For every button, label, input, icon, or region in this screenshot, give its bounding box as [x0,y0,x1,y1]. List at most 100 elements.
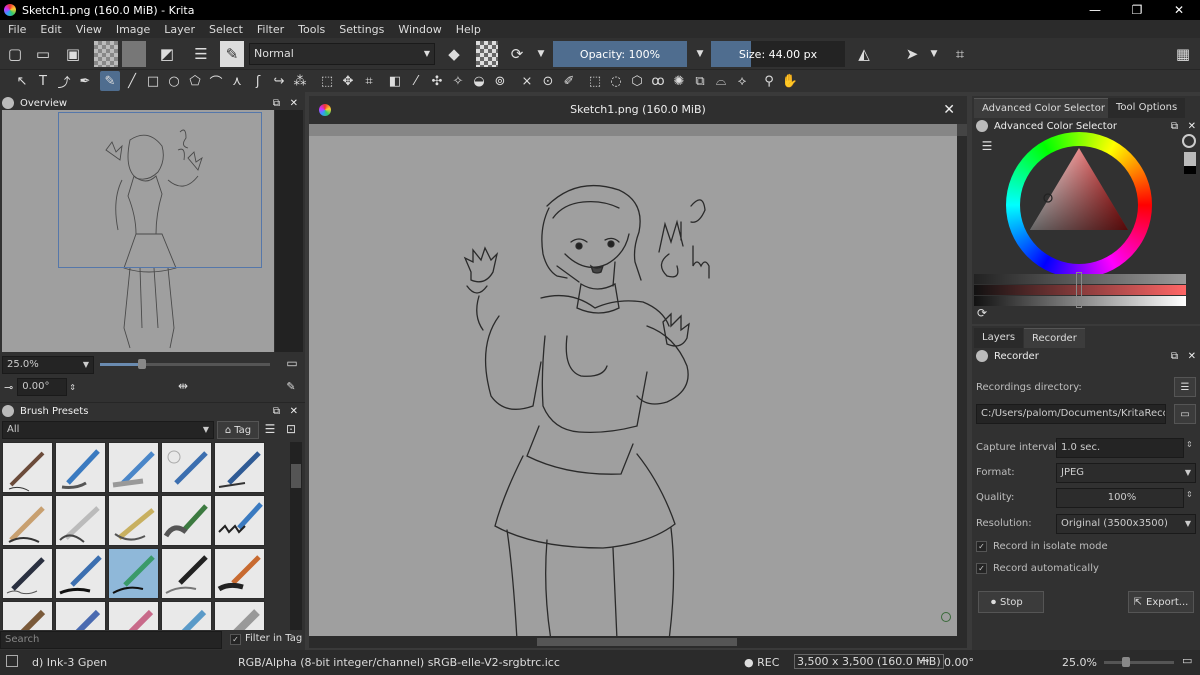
blend-mode-select[interactable]: Normal ▼ [249,43,435,65]
color-settings-icon[interactable]: ☰ [978,136,996,156]
line-tool-icon[interactable]: ╱ [122,71,142,91]
float-panel-icon[interactable]: ⧉ [273,98,280,109]
brush-preset-tile[interactable] [214,495,265,546]
no-color-icon[interactable] [1182,134,1196,148]
save-icon[interactable]: ▣ [62,41,84,67]
smart-patch-icon[interactable]: ✧ [448,71,468,91]
menu-select[interactable]: Select [201,23,249,36]
fill-tool-icon[interactable]: ◒ [469,71,489,91]
polyline-tool-icon[interactable]: ⌒ [206,71,226,91]
brush-preset-tile[interactable] [161,601,212,630]
alpha-lock-icon[interactable] [476,41,498,67]
rotation-control[interactable]: ⊸ 0.00° ⇕ [4,378,84,396]
browse-folder-button[interactable]: ▭ [1174,404,1196,424]
new-document-icon[interactable]: ▢ [4,41,26,67]
zoom-slider[interactable] [100,359,270,369]
float-panel-icon[interactable]: ⧉ [1171,351,1178,362]
menu-view[interactable]: View [68,23,108,36]
refresh-icon[interactable]: ⟳ [974,304,990,322]
close-panel-icon[interactable]: ✕ [1188,351,1196,362]
open-recordings-button[interactable]: ☰ [1174,377,1196,397]
filter-in-tag-checkbox[interactable]: ✓ [230,634,241,645]
menu-file[interactable]: File [0,23,32,36]
opacity-slider[interactable]: Opacity: 100% [553,41,687,67]
swap-colors-icon[interactable]: ◩ [154,41,180,67]
menu-image[interactable]: Image [108,23,156,36]
select-shapes-icon[interactable]: ↖ [12,71,32,91]
freehand-brush-icon[interactable]: ✎ [100,71,120,91]
overview-thumbnail[interactable] [2,110,274,352]
rect-select-icon[interactable]: ⬚ [585,71,605,91]
brush-preset-tile[interactable] [161,442,212,493]
text-tool-icon[interactable]: T [33,71,53,91]
brush-preset-tile[interactable] [2,442,53,493]
freehand-path-icon[interactable]: ʃ [248,71,268,91]
bezier-tool-icon[interactable]: ⋏ [227,71,247,91]
menu-settings[interactable]: Settings [331,23,390,36]
brush-preset-tile[interactable] [108,601,159,630]
brush-preset-tile[interactable] [214,442,265,493]
menu-edit[interactable]: Edit [32,23,67,36]
maximize-button[interactable]: ❐ [1116,0,1158,20]
fill-gradient-icon[interactable] [94,41,118,67]
close-window-button[interactable]: ✕ [1158,0,1200,20]
fit-screen-icon[interactable]: ▭ [1182,654,1192,667]
mirror-vertical-icon[interactable]: ➤ [900,41,924,67]
menu-layer[interactable]: Layer [156,23,201,36]
brush-preset-tile[interactable] [55,495,106,546]
polygon-tool-icon[interactable]: ⬠ [185,71,205,91]
move-tool-icon[interactable]: ✥ [338,71,358,91]
export-button[interactable]: ⇱ Export... [1128,591,1194,613]
document-tab[interactable]: Sketch1.png (160.0 MiB) ✕ [309,96,967,124]
polygon-select-icon[interactable]: ⬡ [627,71,647,91]
brush-grid-scrollbar[interactable] [290,442,302,630]
zoom-combobox[interactable]: 25.0% ▼ [2,356,94,374]
bezier-select-icon[interactable]: ⌓ [711,71,731,91]
mirror-horizontal-icon[interactable]: ◭ [852,41,876,67]
brush-preset-tile[interactable] [2,548,53,599]
close-panel-icon[interactable]: ✕ [1188,121,1196,132]
color-sampler-icon[interactable]: ⁄ [406,71,426,91]
tab-tool-options[interactable]: Tool Options [1108,98,1186,118]
import-icon[interactable]: ⊡ [282,419,300,439]
brush-preset-tile[interactable] [214,548,265,599]
ellipse-tool-icon[interactable]: ○ [164,71,184,91]
freehand-select-icon[interactable]: ꝏ [648,71,668,91]
reference-tool-icon[interactable]: ✐ [559,71,579,91]
brush-preset-tile[interactable] [161,548,212,599]
enclose-fill-icon[interactable]: ⊚ [490,71,510,91]
drawing-canvas[interactable] [309,136,957,640]
edit-shapes-icon[interactable]: ⤴ [54,71,74,91]
menu-window[interactable]: Window [390,23,447,36]
tag-button[interactable]: ⌂ Tag [217,421,259,439]
viewport-rectangle[interactable] [58,112,262,268]
ellipse-select-icon[interactable]: ◌ [606,71,626,91]
reload-preset-icon[interactable]: ⟳ [506,41,528,67]
menu-help[interactable]: Help [448,23,487,36]
crop-tool-icon[interactable]: ⌗ [359,71,379,91]
minimize-button[interactable]: — [1074,0,1116,20]
brush-preset-tile[interactable] [2,495,53,546]
pin-icon[interactable]: ✎ [282,376,300,396]
brush-preset-tile[interactable] [2,601,53,630]
float-panel-icon[interactable]: ⧉ [273,406,280,417]
brush-preset-tile[interactable] [55,442,106,493]
workspace-icon[interactable]: ▦ [1170,41,1196,67]
size-slider[interactable]: Size: 44.00 px [711,41,845,67]
capture-interval-input[interactable]: 1.0 sec. [1056,438,1184,458]
status-rotation[interactable]: 0.00° [944,656,974,669]
eraser-icon[interactable]: ◆ [442,41,466,67]
rotate-icon[interactable]: ⊸ [920,654,929,667]
spin-arrows-icon[interactable]: ⇕ [1186,490,1193,499]
pan-tool-icon[interactable]: ✋ [780,71,800,91]
rotation-input[interactable]: 0.00° [17,378,68,396]
menu-tools[interactable]: Tools [290,23,331,36]
brush-preset-tile-selected[interactable] [108,548,159,599]
wrap-around-icon[interactable]: ⌗ [948,41,972,67]
brush-preset-tile[interactable] [108,442,159,493]
slider-handle[interactable] [1076,272,1082,308]
measure-tool-icon[interactable]: ⊙ [538,71,558,91]
dynamic-brush-icon[interactable]: ↪ [269,71,289,91]
colorize-mask-icon[interactable]: ✣ [427,71,447,91]
resolution-select[interactable]: Original (3500x3500) ▼ [1056,514,1196,534]
